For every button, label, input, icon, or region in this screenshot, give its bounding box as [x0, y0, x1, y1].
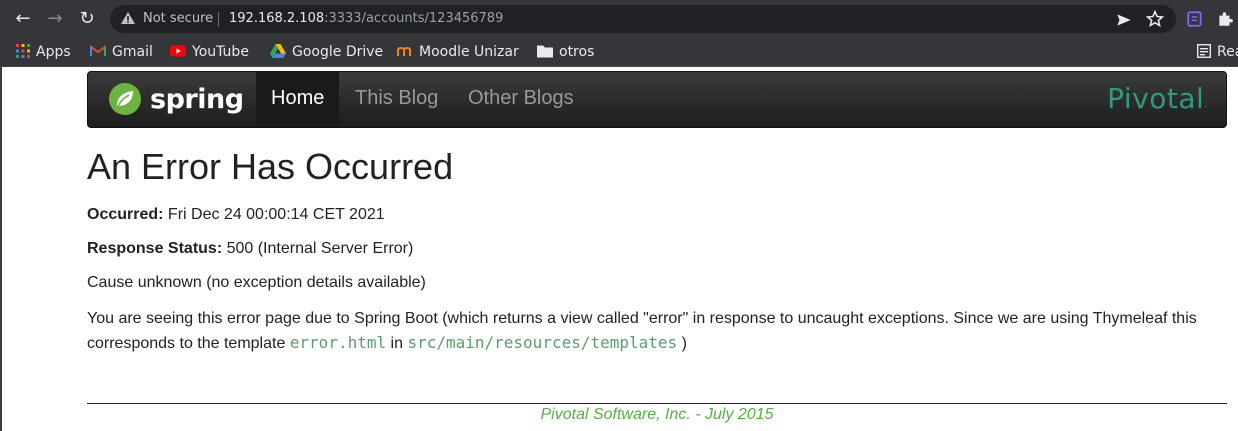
extension-icon[interactable]: [1186, 10, 1204, 28]
youtube-icon: [170, 45, 186, 57]
nav-this-blog[interactable]: This Blog: [340, 72, 453, 127]
bookmarks-bar: Apps Gmail YouTube Google Drive Moodle U…: [0, 37, 1238, 67]
occurred-label: Occurred:: [87, 206, 164, 223]
bookmark-label: Google Drive: [292, 44, 384, 60]
puzzle-extensions-icon[interactable]: [1216, 10, 1234, 28]
reading-list-label: Rea: [1217, 44, 1238, 60]
pivotal-dot: .: [1204, 99, 1208, 110]
site-navbar: spring Home This Blog Other Blogs Pivota…: [87, 71, 1227, 128]
url-host: 192.168.2.108: [229, 11, 325, 26]
error-content: An Error Has Occurred Occurred: Fri Dec …: [87, 146, 1227, 356]
moodle-icon: [397, 46, 411, 56]
template-file-code: error.html: [289, 333, 387, 352]
window-edge: [0, 67, 2, 431]
spring-leaf-icon: [109, 83, 141, 115]
gmail-icon: [90, 45, 106, 56]
reading-list[interactable]: Rea: [1197, 43, 1238, 61]
bookmark-label: Moodle Unizar: [419, 44, 519, 60]
bookmark-label: otros: [559, 44, 595, 60]
template-path-code: src/main/resources/templates: [407, 333, 678, 352]
url-path: :3333/accounts/123456789: [324, 11, 504, 26]
bookmark-star-icon[interactable]: [1146, 10, 1164, 28]
occurred-value: Fri Dec 24 00:00:14 CET 2021: [163, 206, 385, 223]
address-bar[interactable]: Not secure 192.168.2.108:3333/accounts/1…: [110, 5, 1176, 33]
bookmark-apps[interactable]: Apps: [16, 43, 71, 61]
status-label: Response Status:: [87, 240, 223, 257]
bookmark-gmail[interactable]: Gmail: [90, 43, 153, 61]
nav-home[interactable]: Home: [256, 72, 340, 127]
reload-icon[interactable]: ↻: [76, 8, 98, 30]
footer-text: Pivotal Software, Inc. - July 2015: [540, 406, 774, 423]
url-text[interactable]: 192.168.2.108:3333/accounts/123456789: [229, 11, 503, 26]
explanation-paragraph: You are seeing this error page due to Sp…: [87, 307, 1197, 356]
apps-grid-icon: [16, 44, 30, 58]
bookmark-label: YouTube: [192, 44, 249, 60]
send-tab-icon[interactable]: [1115, 11, 1133, 29]
pivotal-wordmark: Pivotal: [1107, 82, 1205, 115]
nav-other-blogs[interactable]: Other Blogs: [453, 72, 589, 127]
bookmark-google-drive[interactable]: Google Drive: [270, 43, 383, 61]
pivotal-logo[interactable]: Pivotal.: [1107, 82, 1208, 115]
folder-icon: [537, 45, 553, 58]
google-drive-icon: [270, 44, 286, 58]
cause-line: Cause unknown (no exception details avai…: [87, 274, 426, 291]
status-value: 500 (Internal Server Error): [222, 240, 414, 257]
footer-divider: [87, 403, 1227, 404]
explanation-text-2: in: [386, 335, 408, 352]
not-secure-label[interactable]: Not secure: [143, 11, 213, 26]
bookmark-label: Gmail: [112, 44, 153, 60]
bookmark-moodle[interactable]: Moodle Unizar: [397, 43, 519, 61]
bookmark-label: Apps: [36, 44, 71, 60]
occurred-line: Occurred: Fri Dec 24 00:00:14 CET 2021: [87, 205, 1227, 225]
forward-arrow-icon[interactable]: →: [44, 8, 66, 30]
bookmark-folder-otros[interactable]: otros: [537, 43, 594, 61]
status-line: Response Status: 500 (Internal Server Er…: [87, 239, 1227, 259]
back-arrow-icon[interactable]: ←: [12, 8, 34, 30]
explanation-text-3: ): [677, 335, 687, 352]
warning-icon[interactable]: [120, 10, 136, 26]
spring-wordmark: spring: [150, 84, 244, 115]
page-title: An Error Has Occurred: [87, 146, 454, 187]
browser-toolbar: ← → ↻ Not secure 192.168.2.108:3333/acco…: [0, 0, 1238, 37]
reading-list-icon: [1197, 44, 1211, 58]
bookmark-youtube[interactable]: YouTube: [170, 43, 249, 61]
omnibox-separator: [218, 12, 219, 27]
